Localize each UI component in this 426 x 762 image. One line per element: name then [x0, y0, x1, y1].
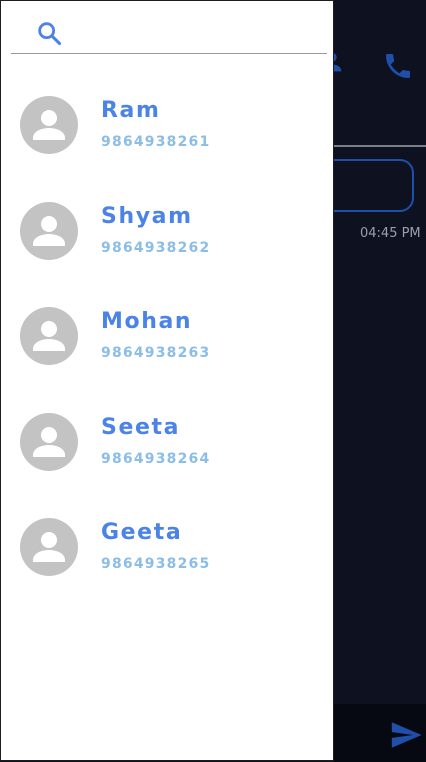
- contact-phone: 9864938262: [101, 239, 211, 256]
- contact-phone: 9864938264: [101, 450, 211, 467]
- contact-item-geeta[interactable]: Geeta 9864938265: [1, 493, 333, 599]
- search-bar: [11, 11, 327, 54]
- chat-header-actions: [318, 48, 426, 88]
- send-icon[interactable]: [386, 718, 426, 752]
- contact-item-ram[interactable]: Ram 9864938261: [1, 71, 333, 177]
- person-avatar-icon: [20, 412, 78, 471]
- contact-list: Ram 9864938261 Shyam 9864938262 Mohan 98…: [1, 71, 333, 599]
- person-avatar-icon: [20, 201, 78, 260]
- contact-phone: 9864938265: [101, 556, 211, 572]
- contact-item-mohan[interactable]: Mohan 9864938263: [1, 282, 333, 388]
- search-input[interactable]: [73, 17, 327, 49]
- phone-icon[interactable]: [382, 50, 414, 82]
- contact-item-shyam[interactable]: Shyam 9864938262: [1, 177, 333, 283]
- contact-phone: 9864938261: [101, 134, 211, 150]
- contacts-drawer: Ram 9864938261 Shyam 9864938262 Mohan 98…: [0, 0, 334, 761]
- contact-item-seeta[interactable]: Seeta 9864938264: [1, 388, 333, 494]
- person-avatar-icon: [20, 518, 78, 576]
- contact-name: Ram: [101, 98, 161, 123]
- message-time: 04:45 PM: [360, 226, 421, 241]
- contact-name: Geeta: [101, 520, 183, 545]
- contact-phone: 9864938263: [101, 345, 211, 361]
- contact-name: Seeta: [101, 414, 181, 440]
- contact-name: Shyam: [101, 203, 193, 229]
- search-icon[interactable]: [35, 19, 63, 47]
- chat-divider: [334, 145, 426, 147]
- contact-name: Mohan: [101, 309, 193, 334]
- person-avatar-icon: [20, 96, 78, 154]
- person-avatar-icon: [20, 307, 78, 365]
